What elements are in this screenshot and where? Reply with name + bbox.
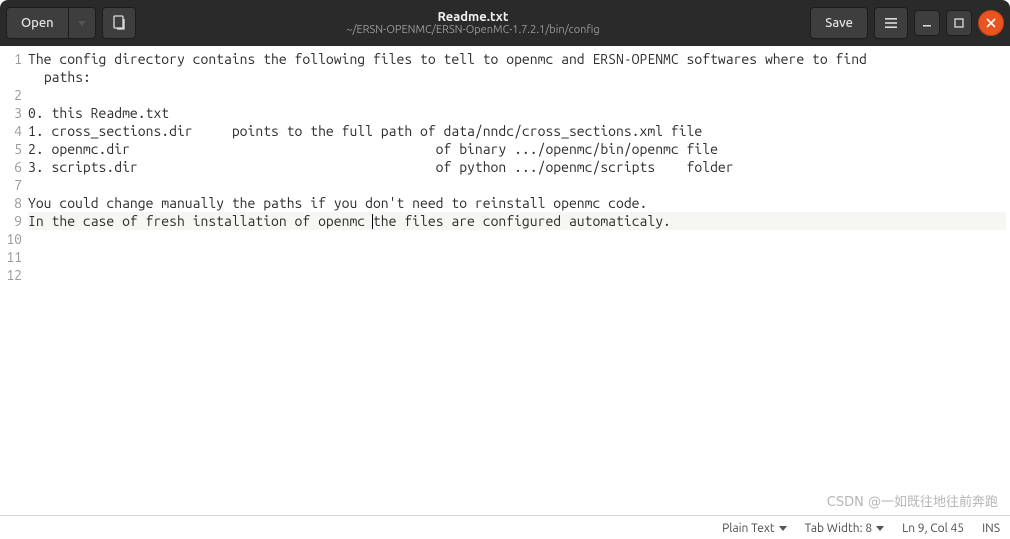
maximize-icon [953,17,965,29]
code-line: 3. scripts.dir of python .../openmc/scri… [28,158,1006,176]
line-number: 9 [0,212,22,230]
line-number: 7 [0,176,22,194]
editor-area: 1 2 3 4 5 6 7 8 9 10 11 12 The config di… [0,46,1010,515]
insert-mode-label: INS [982,522,1000,535]
line-number-blank [0,68,22,86]
line-number: 11 [0,248,22,266]
cursor-position: Ln 9, Col 45 [902,522,964,535]
window-title: Readme.txt [437,10,508,24]
window-subtitle: ~/ERSN-OPENMC/ERSN-OpenMC-1.7.2.1/bin/co… [346,24,599,36]
line-number-gutter: 1 2 3 4 5 6 7 8 9 10 11 12 [0,46,26,515]
maximize-button[interactable] [946,10,972,36]
code-line [28,266,1006,284]
code-line: 0. this Readme.txt [28,104,1006,122]
close-button[interactable] [978,10,1004,36]
header-bar: Open Readme.txt ~/ERSN-OPENMC/ERSN-OpenM… [0,0,1010,46]
save-button[interactable]: Save [810,7,868,39]
text-content[interactable]: The config directory contains the follow… [26,46,1010,515]
code-line: paths: [28,68,1006,86]
line-number: 2 [0,86,22,104]
insert-mode-toggle[interactable]: INS [982,522,1000,535]
menu-button[interactable] [874,7,908,39]
line-number: 12 [0,266,22,284]
new-document-icon [111,15,127,31]
line-number: 10 [0,230,22,248]
code-line [28,230,1006,248]
line-number: 6 [0,158,22,176]
code-line-current: In the case of fresh installation of ope… [28,212,1006,230]
code-line [28,176,1006,194]
header-left: Open [6,7,136,39]
header-title-area: Readme.txt ~/ERSN-OPENMC/ERSN-OpenMC-1.7… [142,10,805,36]
language-mode-selector[interactable]: Plain Text [722,522,787,535]
line-number: 8 [0,194,22,212]
language-mode-label: Plain Text [722,522,775,535]
chevron-down-icon [779,526,787,531]
code-line [28,248,1006,266]
open-button[interactable]: Open [6,7,68,39]
line-number: 3 [0,104,22,122]
minimize-icon [921,17,933,29]
line-number: 1 [0,50,22,68]
chevron-down-icon [876,526,884,531]
line-number: 5 [0,140,22,158]
close-icon [985,17,997,29]
line-number: 4 [0,122,22,140]
open-split-button: Open [6,7,96,39]
header-right: Save [810,7,1004,39]
tab-width-label: Tab Width: 8 [805,522,872,535]
code-line: 1. cross_sections.dir points to the full… [28,122,1006,140]
text-cursor [372,214,373,229]
hamburger-icon [883,15,899,31]
new-tab-button[interactable] [102,7,136,39]
chevron-down-icon [78,21,86,26]
code-line: You could change manually the paths if y… [28,194,1006,212]
code-line [28,86,1006,104]
minimize-button[interactable] [914,10,940,36]
status-bar: Plain Text Tab Width: 8 Ln 9, Col 45 INS [0,515,1010,539]
code-line: The config directory contains the follow… [28,50,1006,68]
open-dropdown-button[interactable] [68,7,96,39]
cursor-position-label: Ln 9, Col 45 [902,522,964,535]
code-line: 2. openmc.dir of binary .../openmc/bin/o… [28,140,1006,158]
tab-width-selector[interactable]: Tab Width: 8 [805,522,884,535]
